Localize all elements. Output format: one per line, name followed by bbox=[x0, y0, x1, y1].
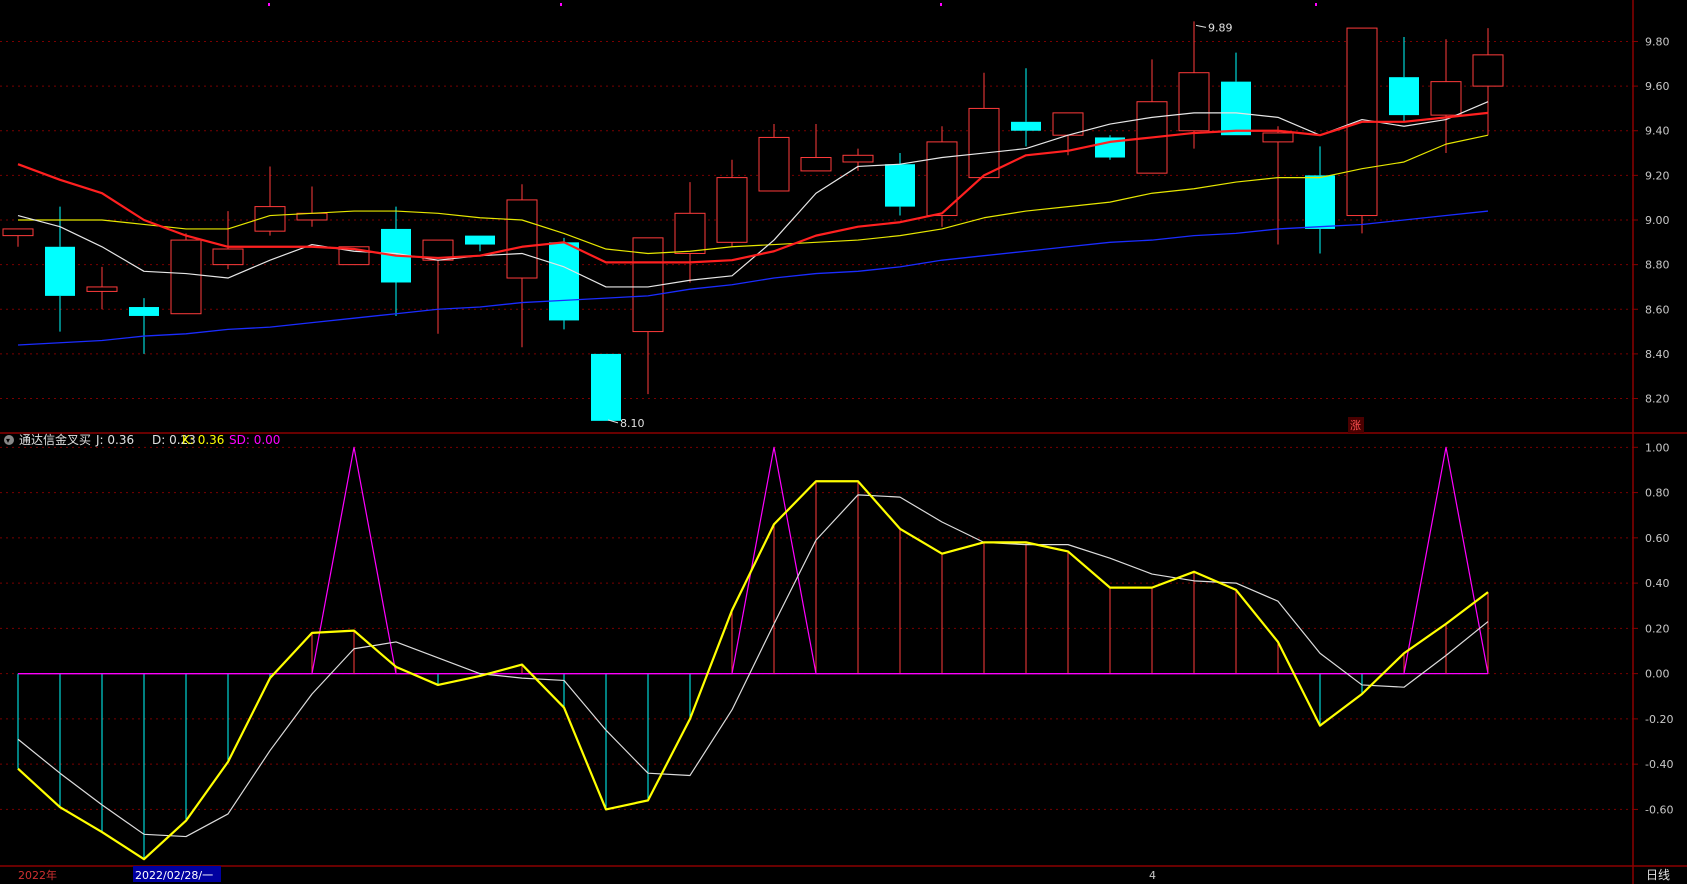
candle-body-up bbox=[506, 199, 538, 279]
ma-blue-line bbox=[17, 210, 1489, 346]
indicator-tick-label: -0.60 bbox=[1645, 803, 1673, 816]
top-edge-marker bbox=[268, 3, 270, 6]
top-edge-marker bbox=[940, 3, 942, 6]
top-edge-marker bbox=[560, 3, 562, 6]
candle bbox=[968, 72, 1000, 179]
price-tick-label: 9.00 bbox=[1645, 214, 1670, 227]
candle bbox=[129, 298, 159, 354]
price-tick-label: 8.80 bbox=[1645, 259, 1670, 272]
candle-body-up bbox=[212, 248, 244, 266]
candle-body-up bbox=[170, 239, 202, 315]
price-tick-label: 9.20 bbox=[1645, 169, 1670, 182]
indicator-tick-label: 1.00 bbox=[1645, 441, 1670, 454]
cursor-date: 2022/02/28/一 bbox=[135, 869, 213, 882]
candle bbox=[926, 126, 958, 227]
candle-body-up bbox=[800, 157, 832, 172]
candle bbox=[758, 124, 790, 192]
candle bbox=[1178, 21, 1210, 149]
badge-text: 涨 bbox=[1350, 419, 1361, 432]
indicator-tick-label: 0.60 bbox=[1645, 532, 1670, 545]
candle bbox=[1430, 39, 1462, 154]
indicator-tick-label: 0.80 bbox=[1645, 487, 1670, 500]
time-axis: 2022年 2022/02/28/一 4 日线 bbox=[18, 866, 1670, 882]
d-line bbox=[17, 494, 1489, 838]
year-label: 2022年 bbox=[18, 868, 57, 882]
candle-body-up bbox=[86, 286, 118, 292]
candle-body-down bbox=[549, 242, 579, 321]
candle-body-down bbox=[129, 307, 159, 316]
price-tick-label: 8.40 bbox=[1645, 348, 1670, 361]
candle bbox=[86, 266, 118, 310]
candle-body-down bbox=[465, 235, 495, 245]
high-marker-arrow bbox=[1195, 24, 1207, 28]
candle-body-up bbox=[1430, 81, 1462, 116]
candle-body-up bbox=[842, 154, 874, 163]
indicator-tick-label: 0.00 bbox=[1645, 668, 1670, 681]
candle-body-up bbox=[2, 228, 34, 237]
candle bbox=[1095, 135, 1125, 160]
candle bbox=[506, 184, 538, 348]
candle bbox=[381, 206, 411, 316]
price-tick-label: 9.60 bbox=[1645, 80, 1670, 93]
candle-body-up bbox=[1262, 132, 1294, 143]
indicator-name[interactable]: 通达信金叉买 bbox=[19, 432, 91, 447]
candle bbox=[1346, 27, 1378, 234]
candle bbox=[1305, 146, 1335, 254]
candle bbox=[465, 235, 495, 252]
candle-body-up bbox=[758, 136, 790, 192]
month-mark: 4 bbox=[1149, 869, 1156, 882]
legend-sd: SD: 0.00 bbox=[229, 433, 280, 447]
indicator-legend: ▾ 通达信金叉买 J: 0.36 D: 0.23 K: 0.36 SD: 0.0… bbox=[4, 432, 280, 447]
candle bbox=[549, 237, 579, 330]
candle bbox=[2, 228, 34, 247]
candle-body-down bbox=[1011, 121, 1041, 131]
sd-line bbox=[18, 446, 1489, 675]
chart-stage: 9.89 8.10 8.20 8.40 8.60 8.80 9.00 9.20 9.40 9.6… bbox=[0, 0, 1687, 884]
price-tick-label: 8.60 bbox=[1645, 303, 1670, 316]
candle bbox=[254, 166, 286, 236]
price-panel[interactable]: 9.89 8.10 bbox=[2, 21, 1504, 430]
legend-k: K: 0.36 bbox=[182, 433, 224, 447]
period-button[interactable]: 日线 bbox=[1646, 868, 1670, 882]
candle-body-up bbox=[674, 212, 706, 254]
legend-j: J: 0.36 bbox=[95, 433, 134, 447]
indicator-tick-label: 0.20 bbox=[1645, 622, 1670, 635]
candle-body-up bbox=[968, 107, 1000, 179]
candle bbox=[842, 148, 874, 171]
candle-body-down bbox=[1389, 77, 1419, 116]
candle bbox=[1011, 68, 1041, 147]
candle-body-down bbox=[1221, 81, 1251, 136]
high-marker-label: 9.89 bbox=[1208, 21, 1233, 34]
low-marker-label: 8.10 bbox=[620, 417, 645, 430]
chevron-down-icon: ▾ bbox=[6, 436, 10, 445]
candle-body-up bbox=[1178, 72, 1210, 132]
candle bbox=[591, 353, 621, 421]
candle bbox=[632, 237, 664, 395]
indicator-tick-label: -0.40 bbox=[1645, 758, 1673, 771]
candle bbox=[1472, 28, 1504, 136]
top-edge-marker bbox=[1315, 3, 1317, 6]
candle bbox=[45, 206, 75, 332]
candle bbox=[1221, 52, 1251, 136]
indicator-panel[interactable] bbox=[17, 446, 1489, 861]
candle bbox=[296, 186, 328, 227]
ma-yellow-line bbox=[18, 134, 1489, 255]
price-tick-label: 8.20 bbox=[1645, 393, 1670, 406]
candle bbox=[716, 159, 748, 247]
candle bbox=[1262, 126, 1294, 245]
candle-body-down bbox=[885, 164, 915, 207]
indicator-tick-label: 0.40 bbox=[1645, 577, 1670, 590]
rise-badge: 涨 bbox=[1348, 417, 1364, 433]
candle bbox=[1389, 37, 1419, 122]
candle bbox=[422, 239, 454, 334]
candle-body-down bbox=[591, 353, 621, 421]
candle bbox=[674, 182, 706, 283]
indicator-tick-label: -0.20 bbox=[1645, 713, 1673, 726]
candle-body-down bbox=[1305, 175, 1335, 229]
candle-body-down bbox=[45, 246, 75, 296]
price-tick-label: 9.80 bbox=[1645, 35, 1670, 48]
candle-body-up bbox=[716, 177, 748, 243]
price-tick-label: 9.40 bbox=[1645, 125, 1670, 138]
candle-body-up bbox=[1472, 54, 1504, 87]
